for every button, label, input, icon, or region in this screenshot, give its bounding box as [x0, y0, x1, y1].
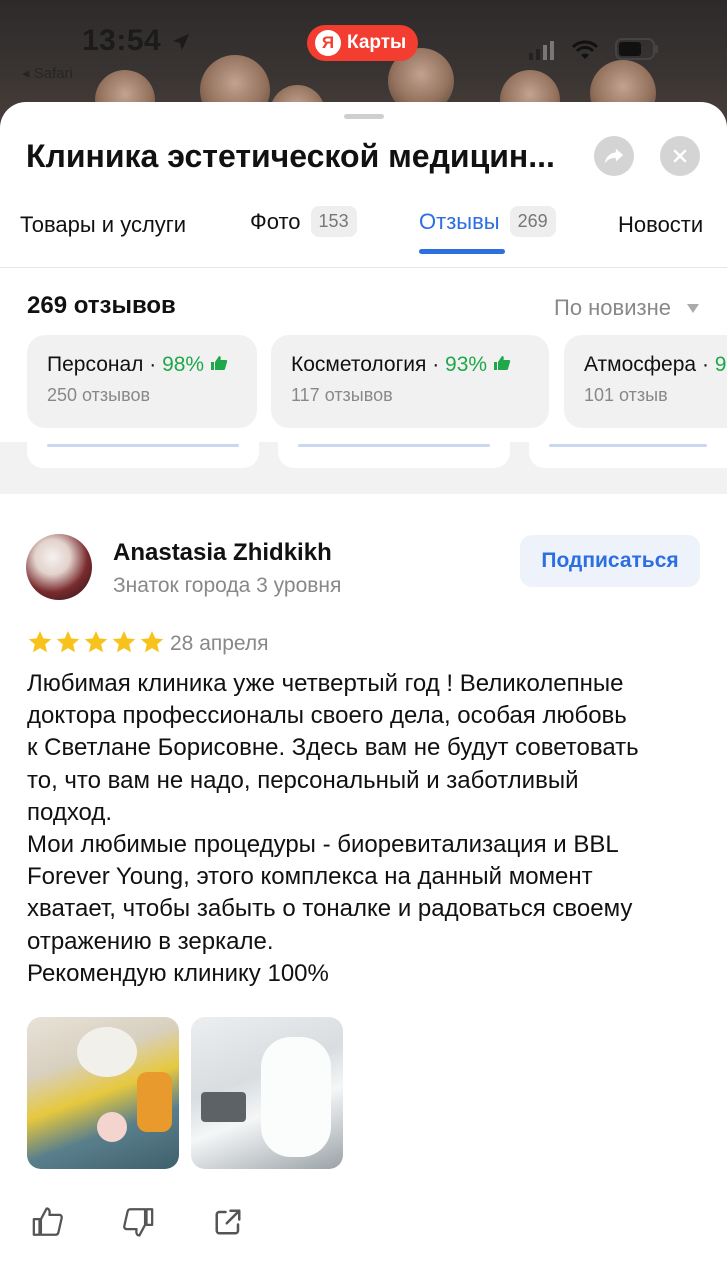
thumbs-up-icon — [493, 356, 511, 370]
peek-card — [27, 442, 259, 468]
aspect-card-cosmetology[interactable]: Косметология · 93% 117 отзывов — [271, 335, 549, 428]
tab-label: Новости — [618, 212, 704, 237]
place-title: Клиника эстетической медицин... — [26, 138, 555, 174]
share-arrow-icon — [604, 148, 624, 164]
tab-goods-services[interactable]: Товары и услуги — [20, 206, 186, 244]
tab-bar: Товары и услуги Фото 153 Отзывы 269 Ново… — [0, 202, 727, 268]
thumbs-down-icon — [123, 1208, 154, 1237]
tab-news[interactable]: Новости — [618, 206, 703, 244]
star-icon — [140, 630, 164, 653]
sort-dropdown[interactable]: По новизне — [554, 295, 699, 321]
avatar[interactable] — [26, 534, 92, 600]
thumbs-up-icon — [32, 1207, 63, 1236]
share-button[interactable] — [594, 136, 634, 176]
aspect-title: Атмосфера · 9 — [584, 353, 727, 376]
review-text-line: доктора профессионалы своего дела, особа… — [27, 702, 627, 730]
status-icons — [529, 38, 659, 60]
dislike-button[interactable] — [118, 1202, 158, 1242]
author-level: Знаток города 3 уровня — [113, 574, 342, 597]
close-icon — [673, 149, 687, 163]
aspect-subtitle: 101 отзыв — [584, 385, 668, 405]
peek-card — [278, 442, 510, 468]
review-text-line: к Светлане Борисовне. Здесь вам не будут… — [27, 734, 639, 762]
yandex-logo: Я — [315, 30, 341, 56]
tab-photos[interactable]: Фото 153 — [250, 206, 357, 237]
photo-detail — [137, 1072, 172, 1132]
review-text: Любимая клиника уже четвертый год ! Вели… — [27, 668, 712, 990]
tab-label: Отзывы — [419, 208, 500, 234]
location-arrow-icon — [172, 33, 190, 51]
tab-count: 153 — [310, 206, 357, 237]
aspect-subtitle: 250 отзывов — [47, 385, 151, 405]
review-photo[interactable] — [27, 1017, 179, 1169]
review-photo[interactable] — [191, 1017, 343, 1169]
tab-label: Товары и услуги — [20, 212, 187, 237]
review-text-line: отражению в зеркале. — [27, 927, 274, 955]
app-name: Карты — [347, 32, 407, 53]
star-icon — [84, 630, 108, 653]
photo-detail — [201, 1092, 246, 1122]
photo-detail — [97, 1112, 127, 1142]
review-text-line: Любимая клиника уже четвертый год ! Вели… — [27, 670, 624, 697]
signal-icon — [529, 41, 554, 60]
review-text-line: Forever Young, этого комплекса на данный… — [27, 863, 593, 891]
reviews-count: 269 отзывов — [27, 292, 176, 319]
review-date: 28 апреля — [170, 632, 269, 655]
sheet-grabber[interactable] — [344, 114, 384, 119]
share-review-button[interactable] — [208, 1202, 248, 1242]
tab-reviews[interactable]: Отзывы 269 — [419, 206, 556, 237]
battery-icon — [615, 38, 658, 60]
thumbs-up-icon — [210, 356, 228, 370]
tab-label: Фото — [250, 208, 301, 234]
back-to-safari-link[interactable]: ◂ Safari — [22, 64, 73, 82]
sort-label: По новизне — [554, 295, 671, 320]
review-text-line: то, что вам не надо, персональный и забо… — [27, 766, 579, 794]
aspect-subtitle: 117 отзывов — [291, 385, 393, 405]
review-text-line: Мои любимые процедуры - биоревитализация… — [27, 831, 619, 859]
review-text-line: подход. — [27, 798, 113, 826]
star-icon — [56, 630, 80, 653]
review-actions — [28, 1202, 248, 1242]
photo-detail — [261, 1037, 331, 1157]
active-tab-indicator — [419, 249, 505, 254]
aspect-card-staff[interactable]: Персонал · 98% 250 отзывов — [27, 335, 257, 428]
peek-card — [529, 442, 727, 468]
dropdown-triangle-icon — [687, 303, 699, 313]
author-name[interactable]: Anastasia Zhidkikh — [113, 539, 332, 567]
star-icon — [28, 630, 52, 653]
aspect-title: Косметология · 93% — [291, 353, 529, 377]
rating-stars — [27, 629, 165, 655]
like-button[interactable] — [28, 1202, 68, 1242]
review-text-line: Рекомендую клинику 100% — [27, 959, 329, 987]
place-card-sheet: Клиника эстетической медицин... Товары и… — [0, 102, 727, 1280]
wifi-icon — [571, 40, 599, 59]
subscribe-button[interactable]: Подписаться — [520, 535, 700, 587]
aspect-title: Персонал · 98% — [47, 353, 237, 377]
status-time: 13:54 — [82, 24, 192, 58]
star-icon — [112, 630, 136, 653]
external-share-icon — [215, 1209, 241, 1235]
close-button[interactable] — [660, 136, 700, 176]
aspect-card-atmosphere[interactable]: Атмосфера · 9 101 отзыв — [564, 335, 727, 428]
yandex-maps-badge: Я Карты — [307, 25, 419, 61]
next-section-peek — [0, 442, 727, 494]
photo-detail — [77, 1027, 137, 1077]
review-text-line: хватает, чтобы забыть о тоналке и радова… — [27, 895, 633, 923]
tab-count: 269 — [509, 206, 556, 237]
